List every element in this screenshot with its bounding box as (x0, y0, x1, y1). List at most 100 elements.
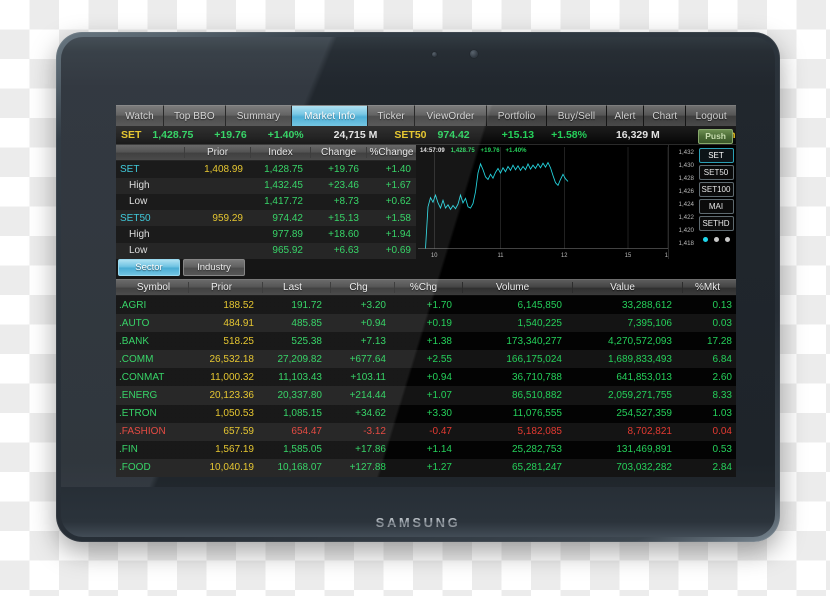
cell-symbol: .CONMAT (119, 371, 165, 383)
table-row[interactable]: .AUTO 484.91 485.85 +0.94 +0.19 1,540,225 7,39… (116, 314, 736, 333)
cell-prior: 484.91 (223, 317, 254, 329)
tab-watch[interactable]: Watch (116, 105, 164, 126)
index-cell: +8.73 (333, 196, 359, 208)
table-row[interactable]: .FOOD 10,040.19 10,168.07 +127.88 +1.27 65,28… (116, 458, 736, 477)
table-row[interactable]: .CONMAT 11,000.32 11,103.43 +103.11 +0.94 36,… (116, 368, 736, 387)
table-row[interactable]: .AGRI 188.52 191.72 +3.20 +1.70 6,145,850 33,2… (116, 296, 736, 315)
index-cell: +15.13 (328, 212, 359, 224)
cell-pct: +0.94 (426, 371, 452, 383)
chart-index-button-set100[interactable]: SET100 (698, 182, 734, 197)
cell-volume: 166,175,024 (506, 353, 562, 365)
tab-portfolio[interactable]: Portfolio (486, 105, 548, 126)
index-cell: 959.29 (212, 212, 243, 224)
app-screen: Watch Top BBO Summary Market Info Ticker View… (116, 105, 736, 477)
chart-x-tick: 11 (498, 253, 505, 259)
cell-symbol: .FASHION (119, 426, 166, 438)
cell-mkt: 0.03 (712, 317, 732, 329)
sector-col-header[interactable]: Volume (462, 282, 572, 293)
sector-col-header[interactable]: Prior (188, 282, 262, 293)
cell-chg: +17.86 (355, 444, 386, 456)
samsung-logo: SAMSUNG (61, 515, 775, 530)
pager-dot[interactable] (702, 237, 708, 242)
table-row[interactable]: .COMM 26,532.18 27,209.82 +677.64 +2.55 166,1… (116, 350, 736, 369)
cell-chg: -3.12 (363, 426, 386, 438)
chart-index-button-set[interactable]: SET (698, 148, 734, 163)
index-table-row[interactable]: Low 965.92 +6.63 +0.69 (116, 242, 416, 259)
upper-panel: Prior Index Change %Change SET 1,408.99 1,428.… (116, 145, 736, 259)
cell-value: 1,689,833,493 (608, 353, 672, 365)
chart-index-button-sethd[interactable]: SETHD (698, 216, 734, 231)
tab-marketinfo[interactable]: Market Info (292, 105, 369, 126)
cell-volume: 173,340,277 (506, 335, 562, 347)
index-table-row[interactable]: SET50 959.29 974.42 +15.13 +1.58 (116, 210, 416, 227)
table-row[interactable]: .FASHION 657.59 654.47 -3.12 -0.47 5,182,085 8… (116, 422, 736, 441)
table-row[interactable]: .BANK 518.25 525.38 +7.13 +1.38 173,340,277 4,… (116, 332, 736, 351)
tab-vieworder[interactable]: ViewOrder (415, 105, 487, 126)
tab-buysell[interactable]: Buy/Sell (547, 105, 607, 126)
cell-volume: 11,076,555 (512, 408, 562, 420)
sector-col-header[interactable]: Symbol (116, 282, 188, 293)
sector-col-header[interactable]: Chg (330, 282, 394, 293)
cell-chg: +214.44 (349, 390, 386, 402)
page-indicator-dots[interactable] (702, 237, 730, 242)
chart-y-tick: 1,426 (678, 188, 694, 195)
tab-logout[interactable]: Logout (686, 105, 736, 126)
index-cell: +1.40 (385, 163, 411, 175)
cell-prior: 188.52 (223, 299, 254, 311)
tab-alert[interactable]: Alert (606, 105, 645, 126)
pager-dot[interactable] (713, 237, 719, 242)
chart-index-button-set50[interactable]: SET50 (698, 165, 734, 180)
cell-value: 703,032,282 (616, 462, 672, 474)
ticker-set-label: SET (121, 129, 142, 141)
cell-symbol: .BANK (119, 335, 150, 347)
cell-last: 1,585.05 (283, 444, 322, 456)
index-col-header: Index (250, 147, 310, 159)
cell-last: 10,168.07 (277, 462, 323, 474)
cell-pct: +1.70 (426, 299, 452, 311)
ticker-set-volume: 24,715 M (333, 129, 378, 141)
cell-prior: 518.25 (223, 335, 254, 347)
cell-symbol: .FIN (119, 444, 138, 456)
chart-svg: 10 11 12 15 16 (418, 147, 668, 259)
light-sensor-icon (432, 52, 438, 57)
cell-value: 254,527,359 (616, 408, 672, 420)
table-row[interactable]: .ENERG 20,123.36 20,337.80 +214.44 +1.07 86,5… (116, 386, 736, 405)
cell-pct: -0.47 (429, 426, 452, 438)
index-table-row[interactable]: High 1,432.45 +23.46 +1.67 (116, 177, 416, 194)
cell-volume: 5,182,085 (517, 426, 563, 438)
cell-mkt: 8.33 (712, 390, 732, 402)
cell-pct: +0.19 (426, 317, 452, 329)
market-ticker-bar: SET 1,428.75 +19.76 +1.40% 24,715 M SET5… (116, 126, 736, 145)
tab-topbbo[interactable]: Top BBO (164, 105, 226, 126)
ticker-set-change: +19.76 (214, 129, 247, 141)
tab-chart[interactable]: Chart (644, 105, 687, 126)
chart-index-button-mai[interactable]: MAI (698, 199, 734, 214)
cell-chg: +7.13 (360, 335, 386, 347)
cell-last: 11,103.43 (278, 371, 322, 383)
front-camera-icon (470, 50, 479, 58)
chart-plot-area[interactable]: 14:57:09 1,428.75 +19.76 +1.40% 10 11 12 15… (418, 147, 668, 259)
sector-col-header[interactable]: %Chg (394, 282, 462, 293)
push-button[interactable]: Push (698, 129, 733, 144)
index-table-row[interactable]: High 977.89 +18.60 +1.94 (116, 226, 416, 243)
pager-dot[interactable] (724, 237, 730, 242)
table-row[interactable]: .ETRON 1,050.53 1,085.15 +34.62 +3.30 11,076,… (116, 404, 736, 423)
segment-sector[interactable]: Sector (118, 259, 180, 276)
cell-mkt: 1.03 (712, 408, 732, 420)
segment-industry[interactable]: Industry (183, 259, 245, 276)
chart-y-tick: 1,420 (678, 227, 694, 234)
index-table-row[interactable]: Low 1,417.72 +8.73 +0.62 (116, 193, 416, 211)
chart-change: +19.76 (480, 148, 500, 154)
table-row[interactable]: .FIN 1,567.19 1,585.05 +17.86 +1.14 25,282,75… (116, 440, 736, 459)
sector-col-header[interactable]: %Mkt (682, 282, 736, 293)
sector-col-header[interactable]: Value (572, 282, 682, 293)
sector-col-header[interactable]: Last (262, 282, 330, 293)
chart-y-tick: 1,424 (678, 201, 694, 208)
cell-volume: 1,540,225 (517, 317, 563, 329)
tab-ticker[interactable]: Ticker (368, 105, 416, 126)
chart-x-tick: 10 (431, 253, 438, 259)
cell-prior: 20,123.36 (209, 390, 255, 402)
index-cell: 1,417.72 (264, 196, 303, 208)
tab-summary[interactable]: Summary (225, 105, 293, 126)
index-table-row[interactable]: SET 1,408.99 1,428.75 +19.76 +1.40 (116, 161, 416, 178)
